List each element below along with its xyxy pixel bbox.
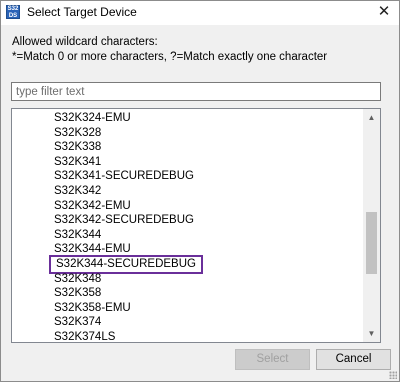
app-icon: S32 DS [6, 5, 20, 19]
dialog-title: Select Target Device [27, 5, 137, 19]
vertical-scrollbar[interactable]: ▲ ▼ [363, 109, 380, 342]
description-line-2: *=Match 0 or more characters, ?=Match ex… [12, 51, 328, 63]
list-item[interactable]: S32K342-SECUREDEBUG [54, 212, 194, 228]
list-item[interactable]: S32K341-SECUREDEBUG [54, 168, 194, 184]
close-icon[interactable]: ✕ [369, 1, 399, 25]
cancel-button[interactable]: Cancel [316, 349, 391, 370]
list-item[interactable]: S32K328 [54, 125, 101, 141]
list-item[interactable]: S32K344 [54, 227, 101, 243]
title-bar[interactable]: S32 DS Select Target Device ✕ [1, 1, 399, 25]
wildcard-description: Allowed wildcard characters: *=Match 0 o… [12, 35, 327, 65]
list-item[interactable]: S32K342 [54, 183, 101, 199]
list-item[interactable]: S32K342-EMU [54, 198, 131, 214]
resize-grip-icon[interactable] [389, 371, 397, 379]
description-line-1: Allowed wildcard characters: [12, 36, 158, 48]
list-item[interactable]: S32K374 [54, 314, 101, 330]
list-item[interactable]: S32K324-EMU [54, 110, 131, 126]
select-button[interactable]: Select [235, 349, 310, 370]
filter-input[interactable] [11, 82, 381, 101]
list-item[interactable]: S32K358 [54, 285, 101, 301]
dialog-window: S32 DS Select Target Device ✕ Allowed wil… [0, 0, 400, 382]
scroll-down-icon[interactable]: ▼ [363, 325, 380, 342]
list-item[interactable]: S32K374LS [54, 329, 115, 342]
device-list[interactable]: S32K324-EMU S32K328 S32K338 S32K341 S32K341-… [11, 108, 381, 343]
list-item[interactable]: S32K338 [54, 139, 101, 155]
scroll-thumb[interactable] [366, 212, 377, 274]
scroll-up-icon[interactable]: ▲ [363, 109, 380, 126]
list-item[interactable]: S32K358-EMU [54, 300, 131, 316]
list-item[interactable]: S32K341 [54, 154, 101, 170]
list-item[interactable]: S32K348 [54, 271, 101, 287]
